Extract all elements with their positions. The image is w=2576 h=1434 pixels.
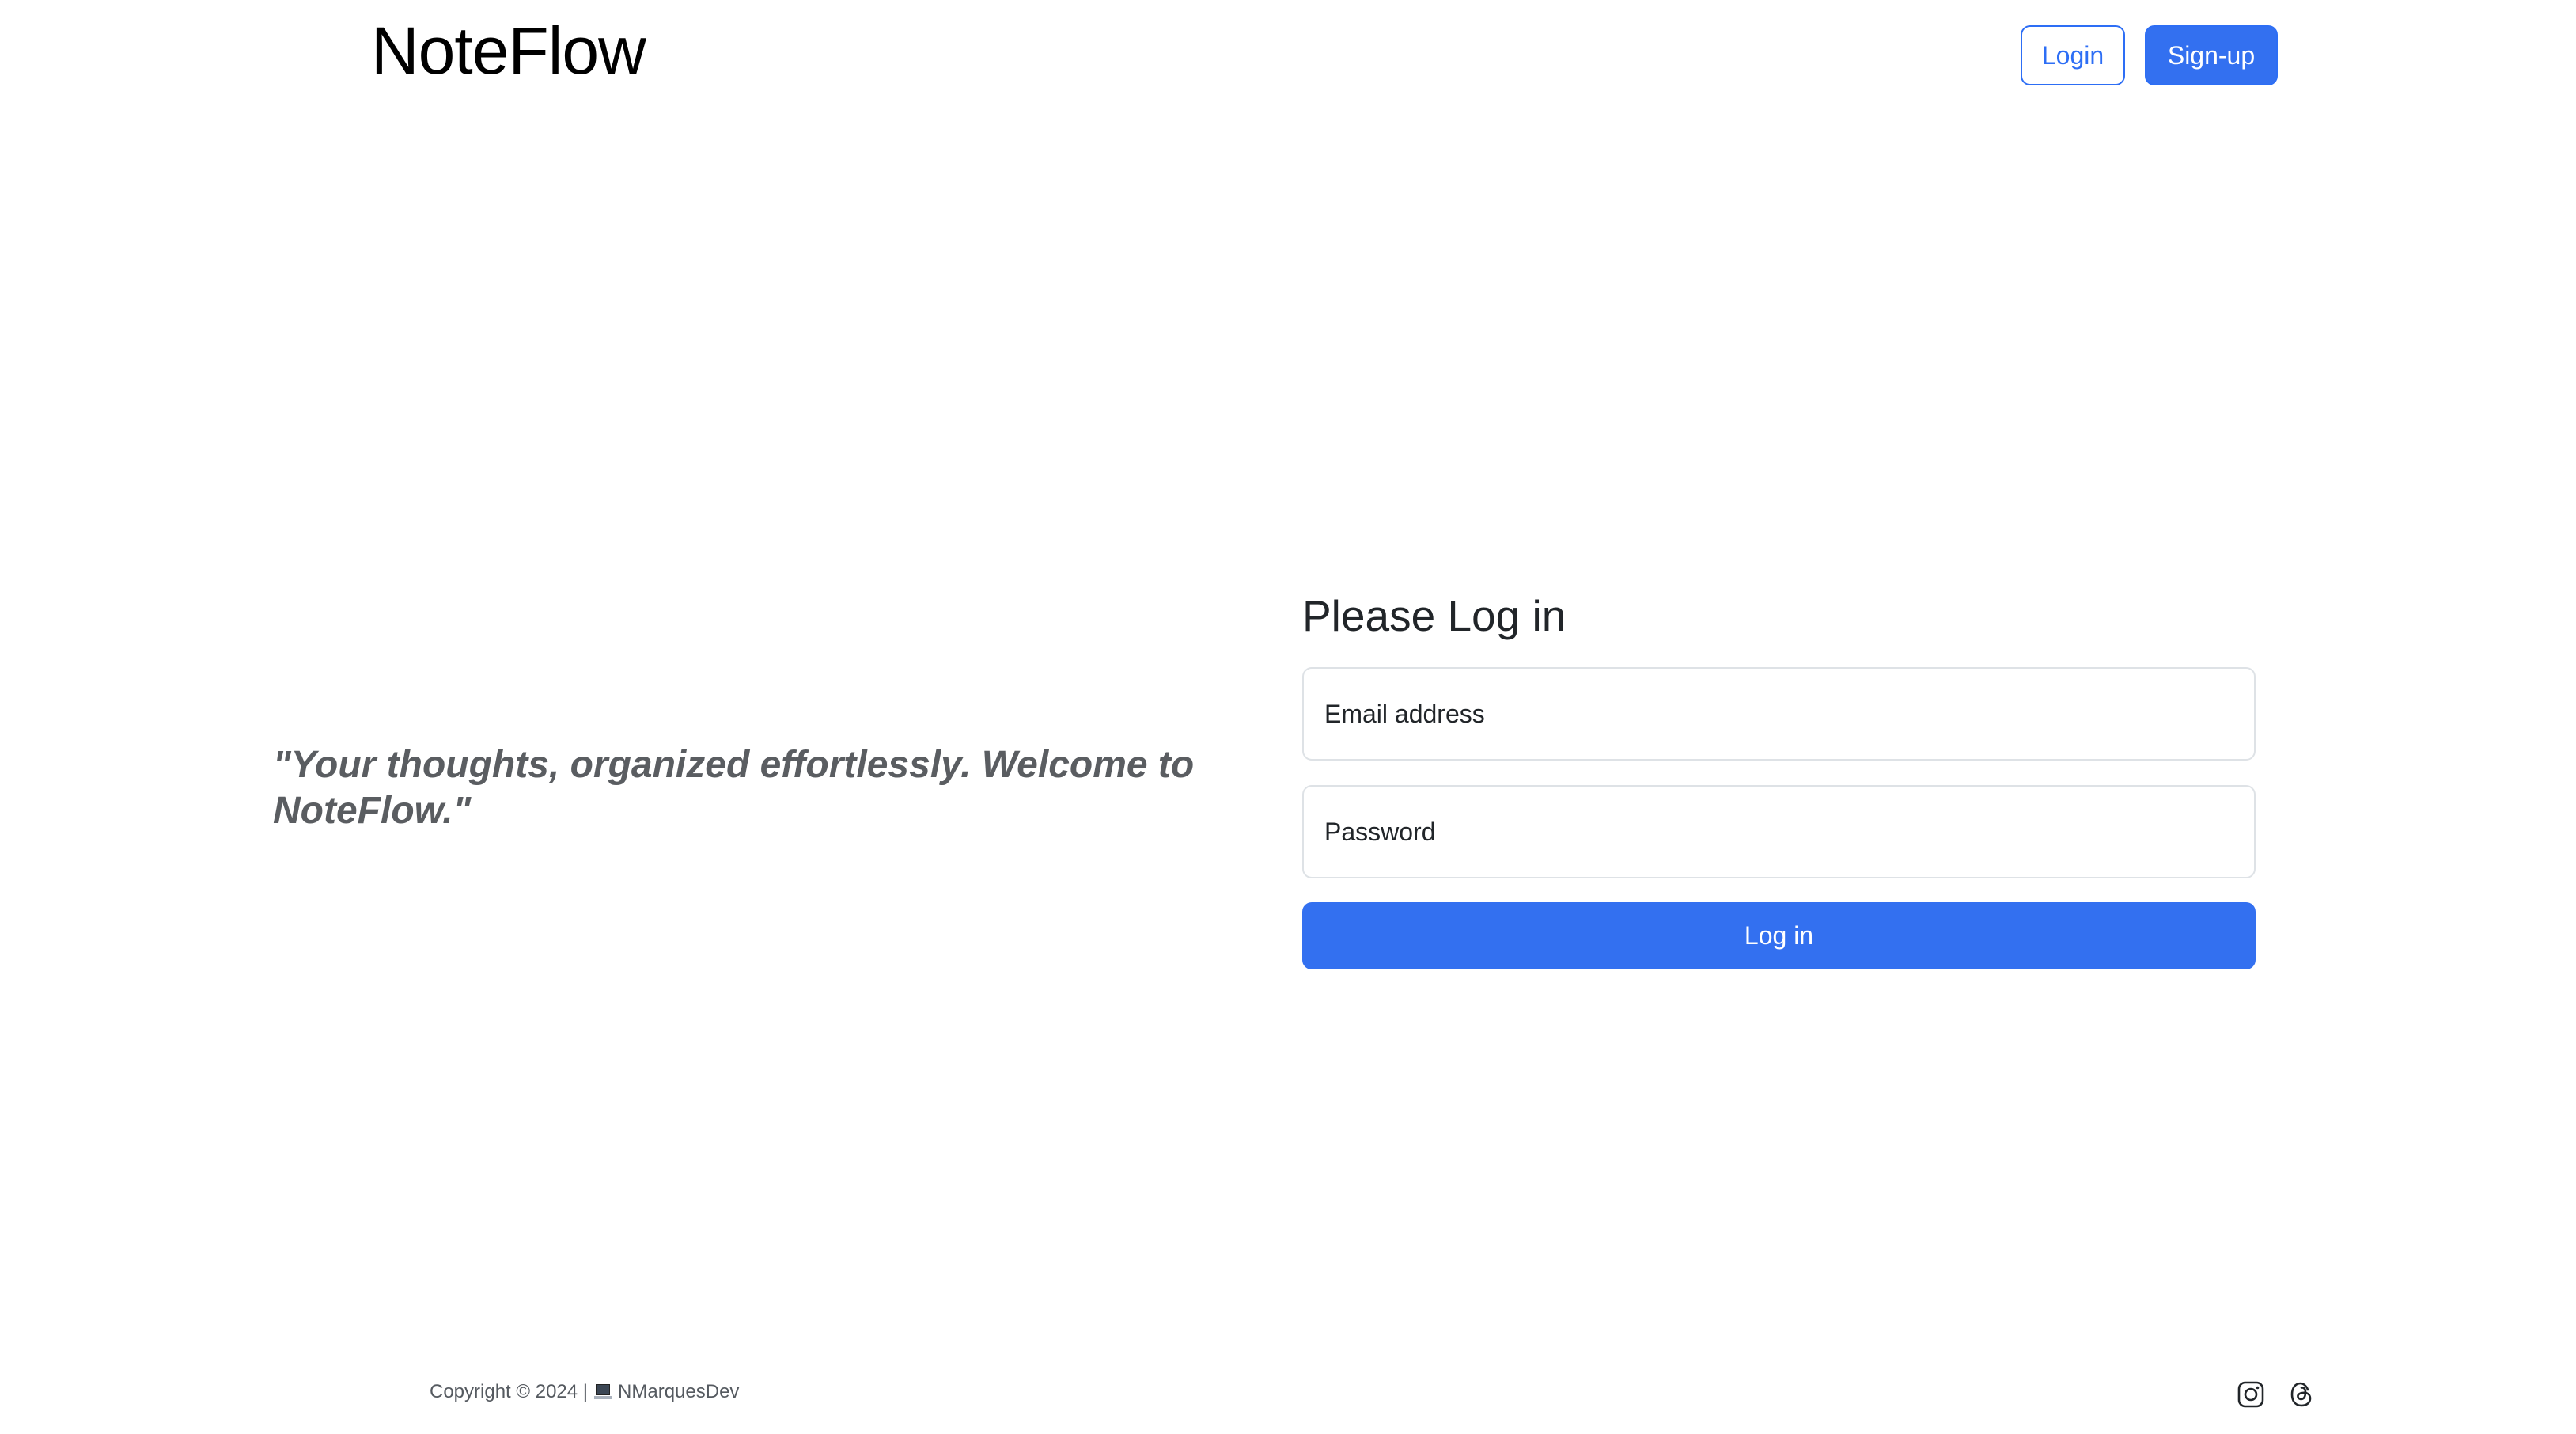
email-field-label: Email address <box>1324 699 1485 728</box>
copyright-text: Copyright © 2024 | <box>430 1381 589 1402</box>
hero-tagline: "Your thoughts, organized effortlessly. … <box>273 744 1195 832</box>
footer-copyright: Copyright © 2024 | NMarquesDev <box>430 1379 739 1405</box>
brand-logo[interactable]: NoteFlow <box>371 11 646 90</box>
instagram-icon[interactable] <box>2237 1380 2265 1409</box>
laptop-icon <box>594 1384 612 1400</box>
login-submit-button[interactable]: Log in <box>1302 902 2256 969</box>
password-field[interactable]: Password <box>1302 785 2256 878</box>
login-form-title: Please Log in <box>1302 591 1566 640</box>
author-name: NMarquesDev <box>618 1381 740 1402</box>
nav-signup-button[interactable]: Sign-up <box>2145 25 2278 85</box>
nav-login-button[interactable]: Login <box>2021 25 2125 85</box>
password-field-label: Password <box>1324 817 1436 846</box>
login-page: NoteFlow Login Sign-up "Your thoughts, o… <box>0 0 2576 1434</box>
threads-icon[interactable] <box>2287 1380 2316 1409</box>
email-field[interactable]: Email address <box>1302 667 2256 761</box>
